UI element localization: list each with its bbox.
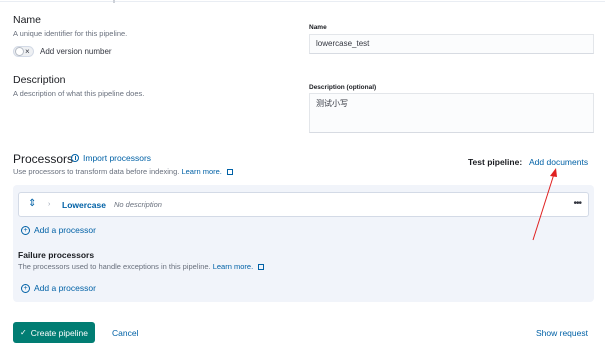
import-icon — [71, 154, 79, 162]
plus-circle-icon: + — [21, 283, 30, 293]
import-processors-link[interactable]: Import processors — [71, 153, 151, 163]
add-failure-processor-label: Add a processor — [34, 283, 96, 293]
processors-description-text: Use processors to transform data before … — [13, 167, 180, 176]
external-link-icon — [226, 169, 233, 176]
more-actions-icon[interactable]: ••• — [573, 198, 581, 210]
chevron-right-icon[interactable]: › — [48, 199, 50, 211]
add-processor-label: Add a processor — [34, 225, 96, 235]
version-toggle[interactable]: × — [13, 46, 34, 57]
close-icon: × — [25, 47, 30, 56]
add-processor-button[interactable]: + Add a processor — [21, 225, 96, 235]
processors-title: Processors — [13, 152, 74, 166]
name-field[interactable]: lowercase_test — [309, 34, 594, 54]
check-icon: ✓ — [20, 328, 27, 337]
add-failure-processor-button[interactable]: + Add a processor — [21, 283, 96, 293]
description-field[interactable]: 测试小写 — [309, 93, 594, 133]
failure-processors-description: The processors used to handle exceptions… — [18, 262, 265, 271]
top-divider — [0, 1, 605, 2]
version-toggle-label: Add version number — [40, 47, 112, 56]
external-link-icon — [258, 264, 265, 271]
processors-description: Use processors to transform data before … — [13, 167, 233, 176]
processor-name[interactable]: Lowercase — [62, 200, 106, 210]
description-section-title: Description — [13, 74, 66, 86]
name-section-title: Name — [13, 14, 42, 26]
processor-description[interactable]: No description — [114, 200, 162, 209]
top-divider-mark — [113, 0, 115, 3]
cancel-button[interactable]: Cancel — [112, 328, 138, 338]
name-section-description: A unique identifier for this pipeline. — [13, 29, 128, 38]
name-field-label: Name — [309, 24, 327, 31]
sort-icon[interactable]: ⇕ — [28, 198, 36, 210]
show-request-link[interactable]: Show request — [536, 328, 588, 338]
annotation-arrowhead — [550, 168, 557, 177]
processors-learn-more-link[interactable]: Learn more. — [181, 167, 221, 176]
create-pipeline-label: Create pipeline — [30, 327, 88, 338]
plus-circle-icon: + — [21, 225, 30, 235]
toggle-knob — [15, 47, 24, 56]
description-field-label: Description (optional) — [309, 84, 377, 91]
import-processors-label: Import processors — [83, 153, 152, 163]
test-pipeline-label: Test pipeline: — [468, 157, 523, 167]
failure-processors-title: Failure processors — [18, 250, 95, 260]
failure-learn-more-link[interactable]: Learn more. — [213, 262, 253, 271]
description-section-description: A description of what this pipeline does… — [13, 89, 145, 98]
failure-description-text: The processors used to handle exceptions… — [18, 262, 211, 271]
add-documents-link[interactable]: Add documents — [529, 157, 588, 167]
create-pipeline-button[interactable]: ✓ Create pipeline — [13, 322, 95, 343]
processor-item: ⇕ › Lowercase No description ••• — [18, 192, 589, 217]
